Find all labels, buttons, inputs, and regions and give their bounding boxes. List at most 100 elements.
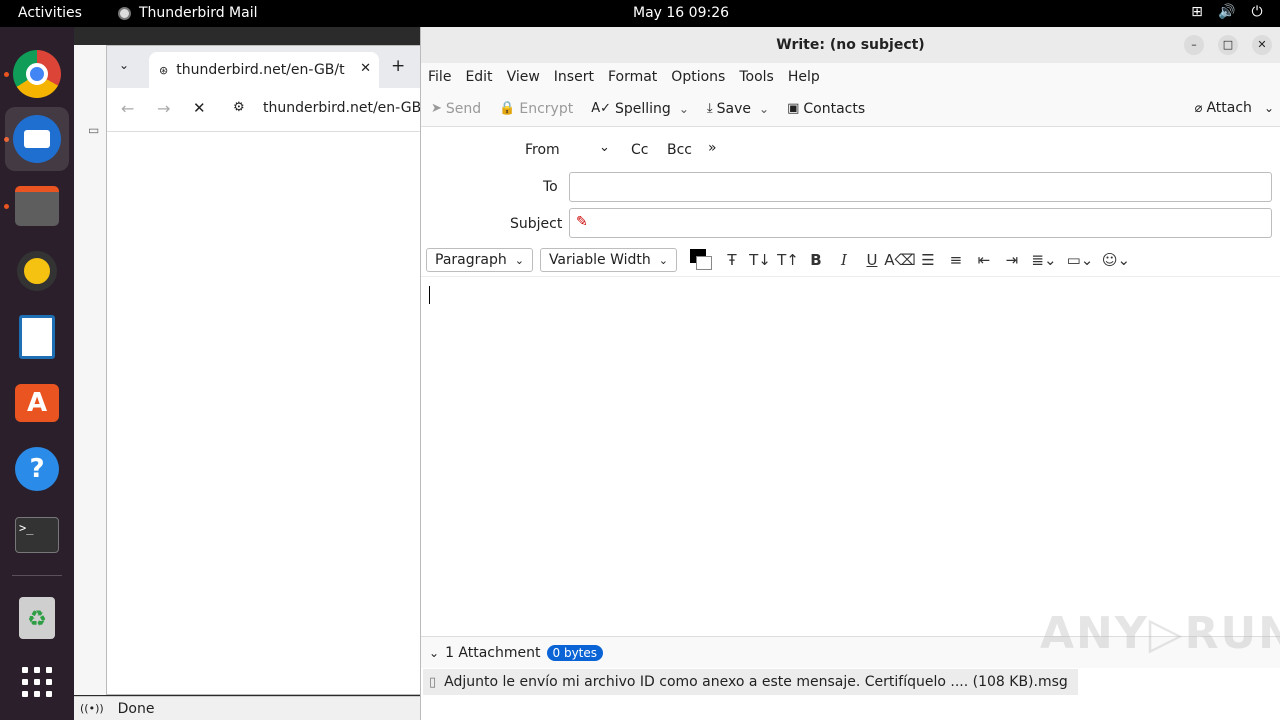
minimize-button[interactable]: –	[1184, 35, 1204, 55]
tab-favicon-icon: ⊛	[159, 63, 169, 77]
spelling-button[interactable]: A✓ Spelling	[591, 101, 671, 117]
menu-bar: File Edit View Insert Format Options Too…	[421, 63, 1280, 91]
attachment-list: ▯ Adjunto le envío mi archivo ID como an…	[421, 668, 1280, 698]
from-dropdown-icon[interactable]: ⌄	[599, 140, 610, 155]
attachment-item[interactable]: ▯ Adjunto le envío mi archivo ID como an…	[423, 669, 1078, 695]
running-indicator	[4, 204, 9, 209]
subject-row: Subject ✎	[421, 208, 1280, 238]
font-size-icon[interactable]: Ŧ	[721, 248, 743, 272]
italic-icon[interactable]: I	[833, 248, 855, 272]
bold-icon[interactable]: B	[805, 248, 827, 272]
menu-file[interactable]: File	[428, 69, 451, 85]
new-tab-button[interactable]: +	[391, 56, 405, 76]
bcc-button[interactable]: Bcc	[667, 142, 692, 158]
browser-tab[interactable]: ⊛ thunderbird.net/en-GB/t ✕	[149, 52, 379, 88]
back-arrow-icon[interactable]: ←	[121, 99, 134, 118]
dock-help[interactable]: ?	[12, 444, 62, 494]
save-label: Save	[716, 100, 752, 117]
to-input[interactable]	[569, 172, 1272, 202]
cc-button[interactable]: Cc	[631, 142, 648, 158]
align-icon[interactable]: ≣⌄	[1029, 248, 1059, 272]
activities-button[interactable]: Activities	[18, 5, 82, 21]
tab-bar: ⌄ ⊛ thunderbird.net/en-GB/t ✕ +	[107, 46, 435, 88]
menu-edit[interactable]: Edit	[465, 69, 492, 85]
close-tab-icon[interactable]: ✕	[356, 61, 371, 76]
menu-format[interactable]: Format	[608, 69, 657, 85]
save-dropdown-icon[interactable]: ⌄	[759, 102, 769, 116]
attach-dropdown-icon[interactable]: ⌄	[1264, 101, 1274, 115]
dock-trash[interactable]: ♻	[12, 593, 62, 643]
dock-app-center[interactable]: A	[12, 378, 62, 428]
menu-help[interactable]: Help	[788, 69, 820, 85]
url-row: ← → ✕ ⚙ thunderbird.net/en-GB/t	[107, 88, 435, 132]
menu-options[interactable]: Options	[671, 69, 725, 85]
send-button[interactable]: ➤ Send	[431, 101, 481, 117]
power-icon[interactable]: ⏻	[1248, 4, 1266, 20]
message-body-editor[interactable]	[421, 276, 1280, 636]
contacts-button[interactable]: ▣ Contacts	[787, 101, 865, 117]
menu-tools[interactable]: Tools	[739, 69, 774, 85]
from-label: From	[525, 142, 560, 158]
network-icon[interactable]: ⊞	[1188, 4, 1206, 20]
underline-icon[interactable]: U	[861, 248, 883, 272]
file-icon: ▯	[429, 674, 437, 690]
dock-rhythmbox[interactable]	[12, 246, 62, 296]
font-select[interactable]: Variable Width ⌄	[539, 248, 677, 272]
app-menu[interactable]: Thunderbird Mail	[118, 5, 258, 21]
dock-terminal[interactable]: >_	[12, 510, 62, 560]
dock-writer[interactable]	[12, 312, 62, 362]
contacts-label: Contacts	[803, 100, 866, 117]
paragraph-format-value: Paragraph	[435, 252, 507, 268]
compose-toolbar: ➤ Send 🔒 Encrypt A✓ Spelling ⌄ ⤓ Save ⌄ …	[421, 91, 1280, 127]
save-button[interactable]: ⤓ Save	[707, 101, 751, 117]
tab-list-chevron-icon[interactable]: ⌄	[119, 58, 129, 72]
more-recipients-icon[interactable]: »	[708, 140, 717, 156]
indent-icon[interactable]: ⇥	[1001, 248, 1023, 272]
attachment-size-badge: 0 bytes	[546, 644, 604, 661]
bulleted-list-icon[interactable]: ☰	[917, 248, 939, 272]
system-tray[interactable]: ⊞ 🔊 ⏻	[1188, 4, 1266, 20]
clock[interactable]: May 16 09:26	[633, 5, 729, 21]
send-icon: ➤	[431, 101, 442, 116]
forward-arrow-icon[interactable]: →	[157, 99, 170, 118]
menu-view[interactable]: View	[507, 69, 540, 85]
close-button[interactable]: ✕	[1252, 35, 1272, 55]
chrome-icon	[13, 50, 61, 98]
format-toolbar: Paragraph ⌄ Variable Width ⌄ Ŧ T↓ T↑ B I…	[421, 245, 1280, 275]
attach-button[interactable]: ⌀ Attach ⌄	[1195, 100, 1274, 116]
encrypt-button[interactable]: 🔒 Encrypt	[499, 101, 573, 117]
attach-label: Attach	[1206, 100, 1252, 116]
address-bar[interactable]: thunderbird.net/en-GB/t	[263, 100, 431, 116]
smaller-text-icon[interactable]: T↓	[749, 248, 771, 272]
subject-input[interactable]: ✎	[569, 208, 1272, 238]
chevron-down-icon: ⌄	[658, 253, 668, 267]
text-color-button[interactable]	[685, 248, 715, 272]
contacts-icon: ▣	[787, 101, 800, 116]
numbered-list-icon[interactable]: ≡	[945, 248, 967, 272]
help-icon: ?	[15, 447, 59, 491]
dock-files[interactable]	[12, 181, 62, 231]
remove-styles-icon[interactable]: A⌫	[884, 248, 915, 272]
outdent-icon[interactable]: ⇤	[973, 248, 995, 272]
menu-insert[interactable]: Insert	[554, 69, 594, 85]
larger-text-icon[interactable]: T↑	[777, 248, 799, 272]
paragraph-format-select[interactable]: Paragraph ⌄	[426, 248, 533, 272]
background-color-swatch	[695, 256, 712, 270]
emoji-icon[interactable]: ☺⌄	[1101, 248, 1131, 272]
text-caret	[429, 286, 430, 304]
anyrun-watermark: ANY▷RUN	[1040, 608, 1280, 659]
compose-titlebar: Write: (no subject) – □ ✕	[421, 27, 1280, 63]
insert-image-icon[interactable]: ▭⌄	[1065, 248, 1095, 272]
maximize-button[interactable]: □	[1218, 35, 1238, 55]
dock-thunderbird[interactable]	[5, 107, 69, 171]
dock: A ? >_ ♻	[0, 27, 74, 720]
encryption-off-icon: ✎	[576, 214, 588, 230]
paperclip-icon: ⌀	[1194, 100, 1203, 116]
dock-app-grid[interactable]	[12, 657, 62, 707]
stop-loading-icon[interactable]: ✕	[193, 99, 206, 117]
volume-icon[interactable]: 🔊	[1218, 4, 1236, 20]
chevron-down-icon[interactable]: ⌄	[429, 646, 439, 660]
spelling-dropdown-icon[interactable]: ⌄	[679, 102, 689, 116]
site-info-icon[interactable]: ⚙	[233, 100, 245, 115]
dock-chrome[interactable]	[12, 49, 62, 99]
